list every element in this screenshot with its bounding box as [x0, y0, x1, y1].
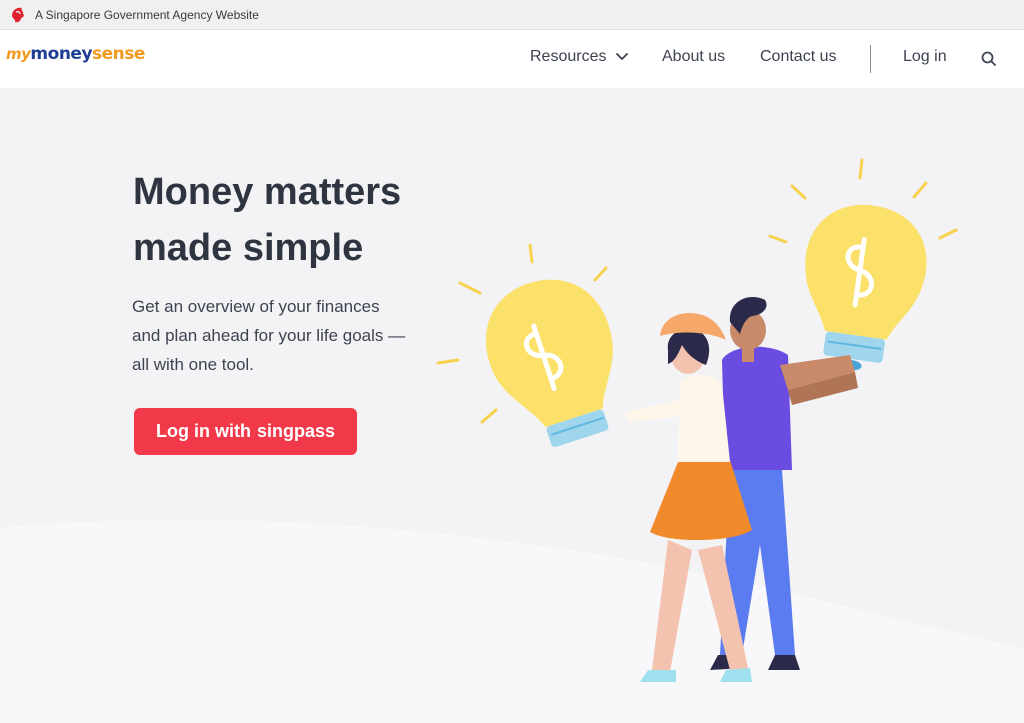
hero-subtext-line-2: and plan ahead for your life goals — [132, 326, 406, 345]
hero-subtext: Get an overview of your finances and pla… [132, 292, 432, 379]
lion-head-icon [12, 7, 24, 22]
top-navigation: my money sense Resources About us Contac… [0, 30, 1024, 88]
cta-prefix: Log in with [155, 421, 251, 441]
search-icon[interactable] [980, 50, 998, 68]
hero-headline-line-1: Money matters [133, 171, 402, 213]
login-with-singpass-button[interactable]: Log in with singpass [134, 408, 357, 455]
nav-about-us[interactable]: About us [662, 48, 725, 66]
logo-sense: sense [92, 44, 145, 64]
nav-resources-label: Resources [530, 48, 607, 65]
gov-masthead-text: A Singapore Government Agency Website [35, 7, 259, 22]
chevron-down-icon [616, 53, 629, 60]
hero-headline-line-2: made simple [133, 227, 364, 269]
right-lightbulb [805, 204, 927, 371]
nav-contact-us[interactable]: Contact us [760, 48, 836, 66]
gov-masthead: A Singapore Government Agency Website [0, 0, 1024, 30]
hero-subtext-line-1: Get an overview of your finances [132, 297, 380, 316]
singpass-logo-text: singpass [256, 421, 335, 441]
hero-headline: Money matters made simple [133, 164, 473, 276]
nav-resources[interactable]: Resources [530, 48, 629, 66]
left-lightbulb [485, 279, 613, 448]
nav-divider [870, 45, 871, 73]
hero-illustration [436, 158, 958, 682]
logo-money: money [30, 44, 93, 64]
hero-subtext-line-3: all with one tool. [132, 355, 254, 374]
nav-log-in[interactable]: Log in [903, 48, 947, 66]
logo-my: my [6, 45, 31, 63]
mymoneysense-logo[interactable]: my money sense [6, 44, 145, 64]
